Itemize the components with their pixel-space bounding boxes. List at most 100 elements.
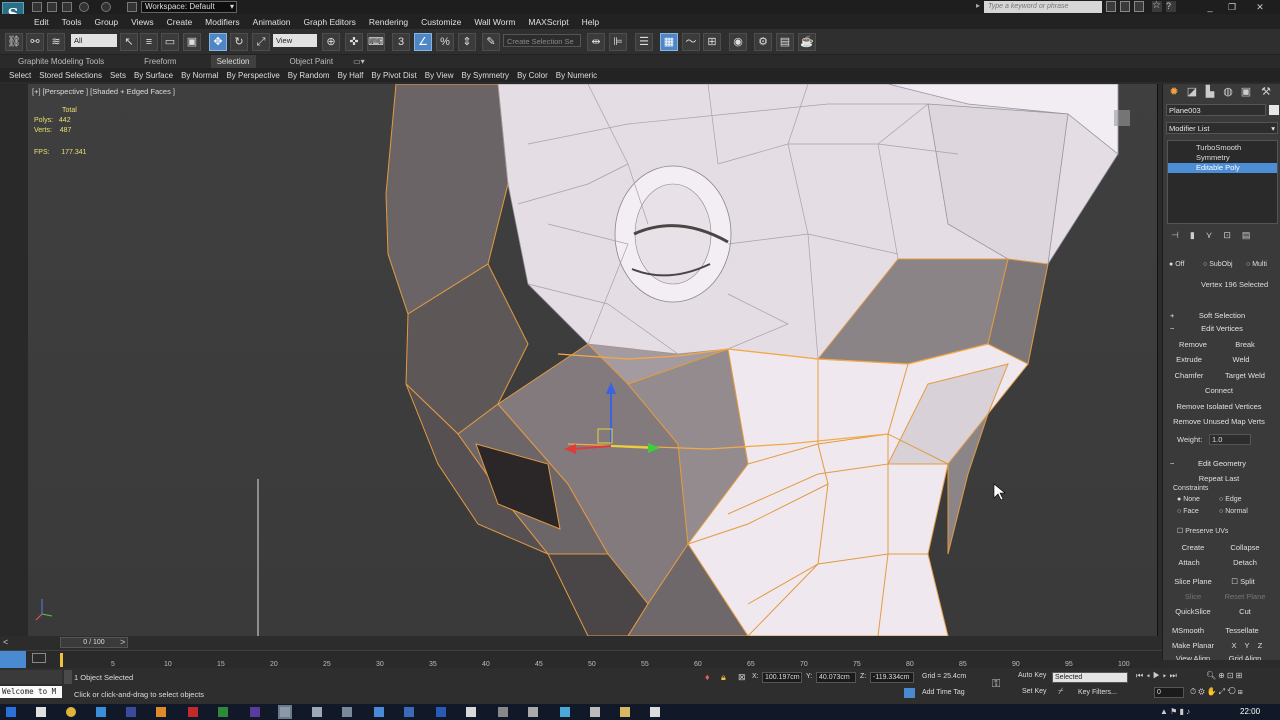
edit-vertices-rollout[interactable]: − Edit Vertices — [1166, 323, 1278, 335]
constraint-normal-radio[interactable]: ○ Normal — [1219, 508, 1248, 515]
utilities-tab-icon[interactable]: ⚒ — [1259, 85, 1273, 99]
app-icon-13[interactable] — [650, 707, 660, 717]
app-icon-1[interactable] — [96, 707, 106, 717]
set-key-button[interactable]: Set Key — [1022, 688, 1047, 695]
lock-selection-icon[interactable]: 🔒︎ — [721, 672, 726, 683]
render-setup-icon[interactable]: ⚙ — [754, 33, 772, 51]
select-rotate-icon[interactable]: ↻ — [230, 33, 248, 51]
remove-isolated-vertices-button[interactable]: Remove Isolated Vertices — [1169, 400, 1269, 413]
y-coordinate-field[interactable]: 40.073cm — [816, 672, 856, 683]
system-tray-icons[interactable]: ▲ ⚑ ▮ ♪ — [1160, 707, 1220, 717]
edit-geometry-rollout[interactable]: − Edit Geometry — [1166, 458, 1278, 470]
select-move-icon[interactable]: ✥ — [209, 33, 227, 51]
constraint-face-radio[interactable]: ○ Face — [1177, 508, 1199, 515]
edit-named-selection-icon[interactable]: ✎ — [482, 33, 500, 51]
communication-icon[interactable] — [1134, 1, 1144, 12]
star-icon[interactable]: ☆ — [1152, 1, 1162, 12]
3dsmax-taskbar-icon[interactable] — [278, 705, 292, 719]
ribbon-by-normal[interactable]: By Normal — [181, 71, 218, 80]
time-slider[interactable]: 0 / 100 — [60, 637, 128, 648]
restore-button[interactable]: ❐ — [1222, 1, 1242, 13]
project-folder-icon[interactable] — [127, 2, 137, 12]
object-name-field[interactable]: Plane003 — [1166, 104, 1266, 116]
planar-y-button[interactable]: Y — [1242, 639, 1252, 652]
select-manipulate-icon[interactable]: ✜ — [345, 33, 363, 51]
zoom-navigation-icons[interactable]: 🔍︎⊕⊡⊞ — [1206, 671, 1280, 683]
key-mode-dropdown[interactable]: Selected — [1052, 672, 1128, 683]
perspective-viewport[interactable]: [+] [Perspective ] [Shaded + Edged Faces… — [28, 84, 1158, 636]
menu-modifiers[interactable]: Modifiers — [205, 17, 239, 27]
absolute-mode-icon[interactable]: ⊠ — [738, 672, 746, 683]
menu-views[interactable]: Views — [131, 17, 154, 27]
modifier-list-dropdown[interactable]: Modifier List ▾ — [1166, 122, 1278, 134]
bind-space-warp-icon[interactable]: ≋ — [47, 33, 65, 51]
planar-x-button[interactable]: X — [1229, 639, 1239, 652]
connect-button[interactable]: Connect — [1193, 384, 1245, 397]
app-icon-12[interactable] — [620, 707, 630, 717]
key-icon[interactable]: ⚿ — [992, 678, 1000, 691]
cut-button[interactable]: Cut — [1221, 605, 1269, 618]
rendered-frame-window-icon[interactable]: ▤ — [776, 33, 794, 51]
slice-button[interactable]: Slice — [1169, 590, 1217, 603]
menu-maxscript[interactable]: MAXScript — [528, 17, 568, 27]
weight-spinner[interactable]: 1.0 — [1209, 434, 1251, 445]
menu-rendering[interactable]: Rendering — [369, 17, 408, 27]
app-icon-3[interactable] — [342, 707, 352, 717]
object-color-swatch[interactable] — [1269, 105, 1279, 115]
align-icon[interactable]: ⊫ — [609, 33, 627, 51]
constraint-none-radio[interactable]: ● None — [1177, 496, 1200, 503]
view-align-button[interactable]: View Align — [1167, 653, 1219, 660]
ribbon-sets[interactable]: Sets — [110, 71, 126, 80]
window-crossing-icon[interactable]: ▣ — [183, 33, 201, 51]
menu-customize[interactable]: Customize — [421, 17, 461, 27]
soft-selection-rollout[interactable]: + Soft Selection — [1166, 310, 1278, 322]
undo-icon[interactable] — [79, 2, 89, 12]
acrobat-icon[interactable] — [188, 707, 198, 717]
stack-item-editable-poly[interactable]: Editable Poly — [1168, 163, 1277, 173]
workspace-dropdown[interactable]: Workspace: Default ▾ — [141, 1, 237, 13]
stack-item-turbosmooth[interactable]: TurboSmooth — [1168, 143, 1277, 153]
tessellate-button[interactable]: Tessellate — [1219, 624, 1265, 637]
mini-curve-editor-icon[interactable] — [0, 651, 26, 669]
track-bar[interactable]: 5 10 15 20 25 30 35 40 45 50 55 60 65 70 75 80 85 90 95 100 — [0, 650, 1162, 669]
x-coordinate-field[interactable]: 100.197cm — [762, 672, 802, 683]
layer-manager-icon[interactable]: ☰ — [635, 33, 653, 51]
key-filters-button[interactable]: Key Filters... — [1078, 689, 1117, 696]
chevron-left-icon[interactable]: < — [3, 637, 19, 649]
render-production-icon[interactable]: ☕ — [798, 33, 816, 51]
minimize-button[interactable]: _ — [1200, 1, 1220, 13]
repeat-last-button[interactable]: Repeat Last — [1183, 472, 1255, 485]
auto-key-button[interactable]: Auto Key — [1018, 672, 1052, 683]
stack-item-symmetry[interactable]: Symmetry — [1168, 153, 1277, 163]
app-icon-4[interactable] — [374, 707, 384, 717]
display-tab-icon[interactable]: ▣ — [1239, 85, 1253, 99]
preview-multi-radio[interactable]: ○ Multi — [1246, 261, 1267, 268]
dreamweaver-icon[interactable] — [218, 707, 228, 717]
chamfer-button[interactable]: Chamfer — [1169, 369, 1209, 382]
percent-snap-icon[interactable]: % — [436, 33, 454, 51]
remove-button[interactable]: Remove — [1169, 338, 1217, 351]
split-checkbox[interactable]: ☐ Split — [1223, 575, 1263, 588]
reset-plane-button[interactable]: Reset Plane — [1221, 590, 1269, 603]
target-weld-button[interactable]: Target Weld — [1221, 369, 1269, 382]
menu-edit[interactable]: Edit — [34, 17, 49, 27]
constraint-edge-radio[interactable]: ○ Edge — [1219, 496, 1242, 503]
select-by-name-icon[interactable]: ≡ — [140, 33, 158, 51]
add-time-tag[interactable]: Add Time Tag — [922, 689, 965, 696]
grid-align-button[interactable]: Grid Align — [1221, 653, 1269, 660]
stack-tools-icons[interactable]: ⊣▮⋎⊡▤ — [1171, 230, 1271, 242]
planar-z-button[interactable]: Z — [1255, 639, 1265, 652]
ribbon-by-color[interactable]: By Color — [517, 71, 548, 80]
create-button[interactable]: Create — [1169, 541, 1217, 554]
curve-editor-icon[interactable]: 〜 — [682, 33, 700, 51]
ribbon-select[interactable]: Select — [9, 71, 31, 80]
ribbon-by-numeric[interactable]: By Numeric — [556, 71, 597, 80]
angle-snap-icon[interactable]: ∠ — [414, 33, 432, 51]
select-scale-icon[interactable]: ⤢ — [252, 33, 270, 51]
binoculars-icon[interactable] — [1106, 1, 1116, 12]
reference-coordinate-dropdown[interactable]: View — [273, 34, 317, 47]
menu-create[interactable]: Create — [167, 17, 193, 27]
chevron-right-icon[interactable]: > — [120, 637, 130, 649]
preview-off-radio[interactable]: ● Off — [1169, 261, 1184, 268]
tab-object-paint[interactable]: Object Paint — [284, 55, 340, 68]
